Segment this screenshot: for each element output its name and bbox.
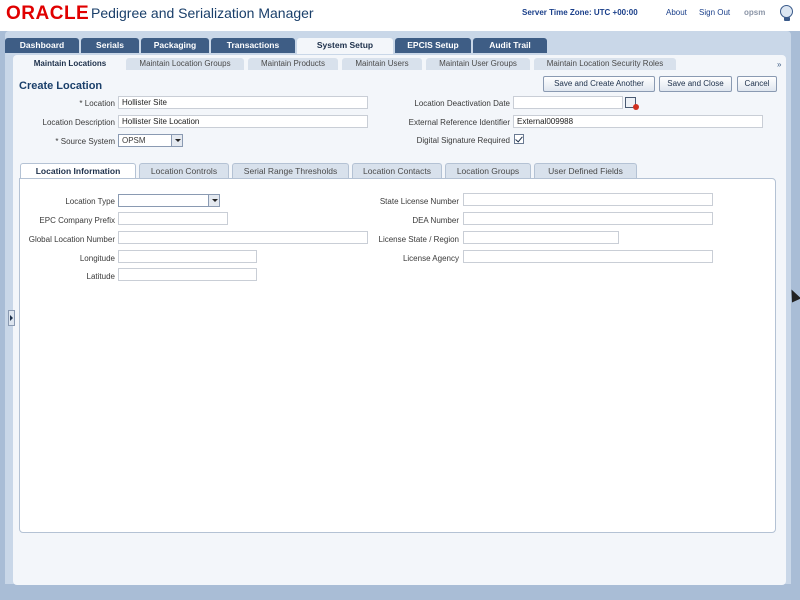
tab-location-information[interactable]: Location Information xyxy=(20,163,136,179)
source-system-value: OPSM xyxy=(122,136,146,145)
help-icon[interactable] xyxy=(780,5,793,21)
location-label: * Location xyxy=(79,99,115,108)
chevron-down-icon[interactable] xyxy=(208,195,219,206)
tab-location-controls[interactable]: Location Controls xyxy=(139,163,229,178)
tab-packaging[interactable]: Packaging xyxy=(141,38,209,53)
tab-dashboard[interactable]: Dashboard xyxy=(5,38,79,53)
page-title: Create Location xyxy=(19,80,103,92)
longitude-label: Longitude xyxy=(79,254,115,263)
location-type-select[interactable] xyxy=(118,194,220,207)
app-header: ORACLE Pedigree and Serialization Manage… xyxy=(0,0,800,30)
location-type-label: Location Type xyxy=(65,197,115,206)
location-description-field[interactable]: Hollister Site Location xyxy=(118,115,368,128)
tab-user-defined-fields[interactable]: User Defined Fields xyxy=(534,163,637,178)
tab-epcis-setup[interactable]: EPCIS Setup xyxy=(395,38,471,53)
user-name: opsm xyxy=(744,8,766,17)
calendar-icon[interactable] xyxy=(625,97,639,110)
latitude-field[interactable] xyxy=(118,268,257,281)
subtab-maintain-user-groups[interactable]: Maintain User Groups xyxy=(426,58,530,70)
gln-field[interactable] xyxy=(118,231,368,244)
external-reference-label: External Reference Identifier xyxy=(408,118,510,127)
app-title: Pedigree and Serialization Manager xyxy=(91,5,314,21)
save-close-button[interactable]: Save and Close xyxy=(659,76,732,92)
subtab-maintain-location-security-roles[interactable]: Maintain Location Security Roles xyxy=(534,58,676,70)
tab-serials[interactable]: Serials xyxy=(81,38,139,53)
tab-location-groups[interactable]: Location Groups xyxy=(445,163,531,178)
more-tabs-icon[interactable]: » xyxy=(777,60,781,69)
digital-signature-label: Digital Signature Required xyxy=(416,136,510,145)
tab-system-setup[interactable]: System Setup xyxy=(297,38,393,54)
subtab-maintain-location-groups[interactable]: Maintain Location Groups xyxy=(126,58,244,70)
digital-signature-checkbox[interactable] xyxy=(514,134,524,144)
gln-label: Global Location Number xyxy=(28,235,115,244)
source-system-label: * Source System xyxy=(55,137,115,146)
subtab-maintain-products[interactable]: Maintain Products xyxy=(248,58,338,70)
subtab-maintain-locations[interactable]: Maintain Locations xyxy=(18,58,122,70)
license-state-field[interactable] xyxy=(463,231,619,244)
state-license-field[interactable] xyxy=(463,193,713,206)
deactivation-date-label: Location Deactivation Date xyxy=(414,99,510,108)
dea-number-field[interactable] xyxy=(463,212,713,225)
license-agency-label: License Agency xyxy=(402,254,459,263)
expand-panel-icon[interactable] xyxy=(8,310,15,326)
dea-number-label: DEA Number xyxy=(412,216,459,225)
tab-audit-trail[interactable]: Audit Trail xyxy=(473,38,547,53)
tab-serial-range-thresholds[interactable]: Serial Range Thresholds xyxy=(232,163,349,178)
location-field[interactable]: Hollister Site xyxy=(118,96,368,109)
external-reference-field[interactable]: External009988 xyxy=(513,115,763,128)
license-state-label: License State / Region xyxy=(378,235,460,244)
oracle-logo: ORACLE xyxy=(6,3,90,24)
tab-location-contacts[interactable]: Location Contacts xyxy=(352,163,442,178)
epc-prefix-field[interactable] xyxy=(118,212,228,225)
about-link[interactable]: About xyxy=(666,8,687,17)
license-agency-field[interactable] xyxy=(463,250,713,263)
source-system-select[interactable]: OPSM xyxy=(118,134,183,147)
longitude-field[interactable] xyxy=(118,250,257,263)
tab-transactions[interactable]: Transactions xyxy=(211,38,295,53)
cancel-button[interactable]: Cancel xyxy=(737,76,777,92)
state-license-label: State License Number xyxy=(379,197,459,206)
save-create-another-button[interactable]: Save and Create Another xyxy=(543,76,655,92)
server-time-zone: Server Time Zone: UTC +00:00 xyxy=(522,8,638,17)
location-description-label: Location Description xyxy=(42,118,115,127)
sign-out-link[interactable]: Sign Out xyxy=(699,8,730,17)
chevron-down-icon[interactable] xyxy=(171,135,182,146)
latitude-label: Latitude xyxy=(86,272,115,281)
epc-prefix-label: EPC Company Prefix xyxy=(39,216,115,225)
deactivation-date-field[interactable] xyxy=(513,96,623,109)
subtab-maintain-users[interactable]: Maintain Users xyxy=(342,58,422,70)
